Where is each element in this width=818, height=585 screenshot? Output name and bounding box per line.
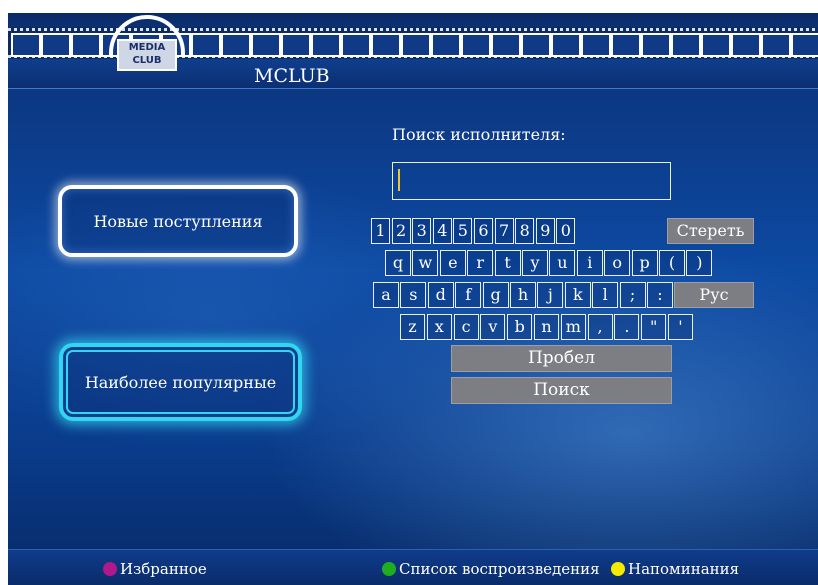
film-frame (731, 33, 761, 57)
film-frame (701, 33, 731, 57)
key-y[interactable]: y (522, 250, 548, 276)
key-u[interactable]: u (549, 250, 576, 276)
footer-bar: Избранное Список воспроизведения Напомин… (8, 549, 818, 585)
key-0[interactable]: 0 (556, 218, 576, 244)
key-6[interactable]: 6 (474, 218, 493, 244)
film-frame (791, 33, 818, 57)
key-char[interactable]: m (560, 314, 586, 340)
erase-key[interactable]: Стереть (667, 218, 754, 244)
film-frame (371, 33, 401, 57)
reminders-label: Напоминания (628, 560, 740, 578)
new-arrivals-button[interactable]: Новые поступления (58, 185, 298, 257)
film-frame (431, 33, 461, 57)
film-frame (551, 33, 581, 57)
film-frame (491, 33, 521, 57)
key-w[interactable]: w (412, 250, 439, 276)
key-o[interactable]: o (604, 250, 631, 276)
key-char[interactable]: . (614, 314, 640, 340)
film-frame (71, 33, 101, 57)
key-t[interactable]: t (494, 250, 521, 276)
key-a[interactable]: a (373, 282, 399, 308)
film-frame (611, 33, 641, 57)
film-frame (281, 33, 311, 57)
space-key[interactable]: Пробел (451, 345, 672, 372)
language-key[interactable]: Рус (674, 282, 754, 308)
yellow-button-icon (611, 562, 625, 576)
mclub-logo: MEDIA CLUB (103, 15, 191, 73)
search-key[interactable]: Поиск (451, 377, 672, 404)
film-frame (41, 33, 71, 57)
film-frame (311, 33, 341, 57)
key-;[interactable]: ; (619, 282, 646, 308)
key-j[interactable]: j (537, 282, 564, 308)
film-frame (251, 33, 281, 57)
film-frame (11, 33, 41, 57)
artist-search-input[interactable] (392, 162, 671, 200)
key-g[interactable]: g (482, 282, 509, 308)
playlist-label: Список воспроизведения (399, 560, 600, 578)
new-arrivals-label: Новые поступления (93, 211, 263, 231)
key-5[interactable]: 5 (453, 218, 473, 244)
key-char[interactable]: " (641, 314, 667, 340)
key-char[interactable]: z (400, 314, 425, 340)
film-frame (221, 33, 251, 57)
key-)[interactable]: ) (686, 250, 713, 276)
film-frame (581, 33, 611, 57)
key-9[interactable]: 9 (535, 218, 555, 244)
film-frame (401, 33, 431, 57)
key-1[interactable]: 1 (371, 218, 390, 244)
favorites-legend[interactable]: Избранное (103, 560, 207, 578)
most-popular-label: Наиболее популярные (84, 372, 277, 392)
key-([interactable]: ( (659, 250, 685, 276)
key-char[interactable]: n (534, 314, 559, 340)
key-f[interactable]: f (455, 282, 482, 308)
film-frame (641, 33, 671, 57)
key-k[interactable]: k (564, 282, 591, 308)
key-2[interactable]: 2 (391, 218, 411, 244)
key-p[interactable]: p (631, 250, 658, 276)
playlist-legend[interactable]: Список воспроизведения (382, 560, 600, 578)
key-h[interactable]: h (510, 282, 536, 308)
header-bar: MEDIA CLUB MCLUB (8, 13, 818, 89)
film-frame (461, 33, 491, 57)
key-char[interactable]: , (587, 314, 613, 340)
search-label: Поиск исполнителя: (392, 125, 566, 144)
film-frame (761, 33, 791, 57)
key-r[interactable]: r (467, 250, 494, 276)
key-i[interactable]: i (576, 250, 603, 276)
film-frame (521, 33, 551, 57)
key-q[interactable]: q (385, 250, 411, 276)
key-e[interactable]: e (439, 250, 466, 276)
film-frame (671, 33, 701, 57)
key-8[interactable]: 8 (515, 218, 535, 244)
key-char[interactable]: v (480, 314, 506, 340)
key-char[interactable]: x (426, 314, 452, 340)
app-title: MCLUB (254, 65, 330, 87)
screen: MEDIA CLUB MCLUB Новые поступления Наибол… (8, 13, 818, 585)
purple-button-icon (103, 562, 117, 576)
most-popular-button[interactable]: Наиболее популярные (59, 343, 302, 421)
green-button-icon (382, 562, 396, 576)
key-l[interactable]: l (592, 282, 619, 308)
film-frame (341, 33, 371, 57)
film-frame (191, 33, 221, 57)
text-caret (398, 169, 400, 191)
key-4[interactable]: 4 (432, 218, 452, 244)
key-:[interactable]: : (647, 282, 673, 308)
key-3[interactable]: 3 (412, 218, 432, 244)
reminders-legend[interactable]: Напоминания (611, 560, 739, 578)
favorites-label: Избранное (120, 560, 207, 578)
key-s[interactable]: s (400, 282, 427, 308)
key-char[interactable]: ' (668, 314, 693, 340)
key-char[interactable]: c (453, 314, 479, 340)
key-d[interactable]: d (427, 282, 454, 308)
key-7[interactable]: 7 (494, 218, 514, 244)
key-char[interactable]: b (507, 314, 533, 340)
